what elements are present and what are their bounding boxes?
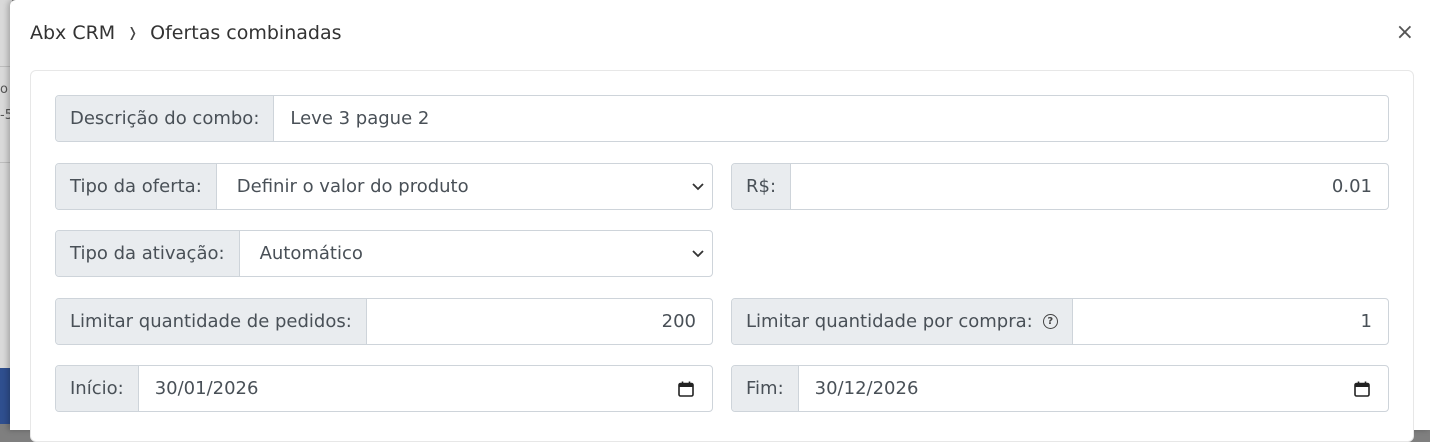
end-date-input[interactable]: 30/12/2026 — [799, 366, 1388, 411]
offer-type-group: Tipo da oferta: Definir o valor do produ… — [55, 163, 713, 210]
end-date-label: Fim: — [732, 366, 799, 411]
end-date-group: Fim: 30/12/2026 — [731, 365, 1389, 412]
purchase-limit-group: Limitar quantidade por compra: ? 1 — [731, 298, 1389, 345]
end-date-value: 30/12/2026 — [814, 378, 919, 399]
chevron-down-icon — [692, 182, 704, 190]
purchase-limit-label-text: Limitar quantidade por compra: — [746, 311, 1033, 332]
calendar-icon[interactable] — [1354, 381, 1370, 397]
activation-type-select[interactable]: Automático — [240, 231, 712, 276]
chevron-down-icon — [692, 249, 704, 257]
start-date-label: Início: — [56, 366, 139, 411]
breadcrumb-root[interactable]: Abx CRM — [30, 22, 115, 44]
help-icon[interactable]: ? — [1042, 314, 1058, 329]
description-label: Descrição do combo: — [56, 96, 275, 141]
offer-type-label: Tipo da oferta: — [56, 164, 217, 209]
order-limit-label: Limitar quantidade de pedidos: — [56, 299, 367, 344]
offer-type-value: Definir o valor do produto — [236, 176, 469, 197]
purchase-limit-input[interactable]: 1 — [1073, 299, 1388, 344]
purchase-limit-label: Limitar quantidade por compra: ? — [732, 299, 1073, 344]
breadcrumb-current: Ofertas combinadas — [150, 22, 342, 44]
description-group: Descrição do combo: Leve 3 pague 2 — [55, 95, 1389, 142]
price-label: R$: — [732, 164, 792, 209]
activation-type-group: Tipo da ativação: Automático — [55, 230, 713, 277]
background-text-fragment: o — [0, 82, 8, 97]
modal-header: Abx CRM ❭ Ofertas combinadas × — [10, 0, 1430, 70]
activation-type-value: Automático — [259, 243, 363, 264]
price-input[interactable]: 0.01 — [791, 164, 1388, 209]
calendar-icon[interactable] — [678, 381, 694, 397]
activation-type-label: Tipo da ativação: — [56, 231, 240, 276]
offer-type-select[interactable]: Definir o valor do produto — [217, 164, 712, 209]
order-limit-group: Limitar quantidade de pedidos: 200 — [55, 298, 713, 345]
breadcrumb: Abx CRM ❭ Ofertas combinadas — [30, 22, 342, 44]
description-input[interactable]: Leve 3 pague 2 — [274, 96, 1388, 141]
breadcrumb-separator-icon: ❭ — [127, 25, 139, 41]
price-group: R$: 0.01 — [731, 163, 1389, 210]
start-date-input[interactable]: 30/01/2026 — [139, 366, 712, 411]
modal: Abx CRM ❭ Ofertas combinadas × Descrição… — [10, 0, 1430, 442]
order-limit-input[interactable]: 200 — [367, 299, 712, 344]
close-icon[interactable]: × — [1396, 22, 1414, 44]
start-date-value: 30/01/2026 — [154, 378, 259, 399]
form-card: Descrição do combo: Leve 3 pague 2 Tipo … — [30, 70, 1414, 442]
start-date-group: Início: 30/01/2026 — [55, 365, 713, 412]
